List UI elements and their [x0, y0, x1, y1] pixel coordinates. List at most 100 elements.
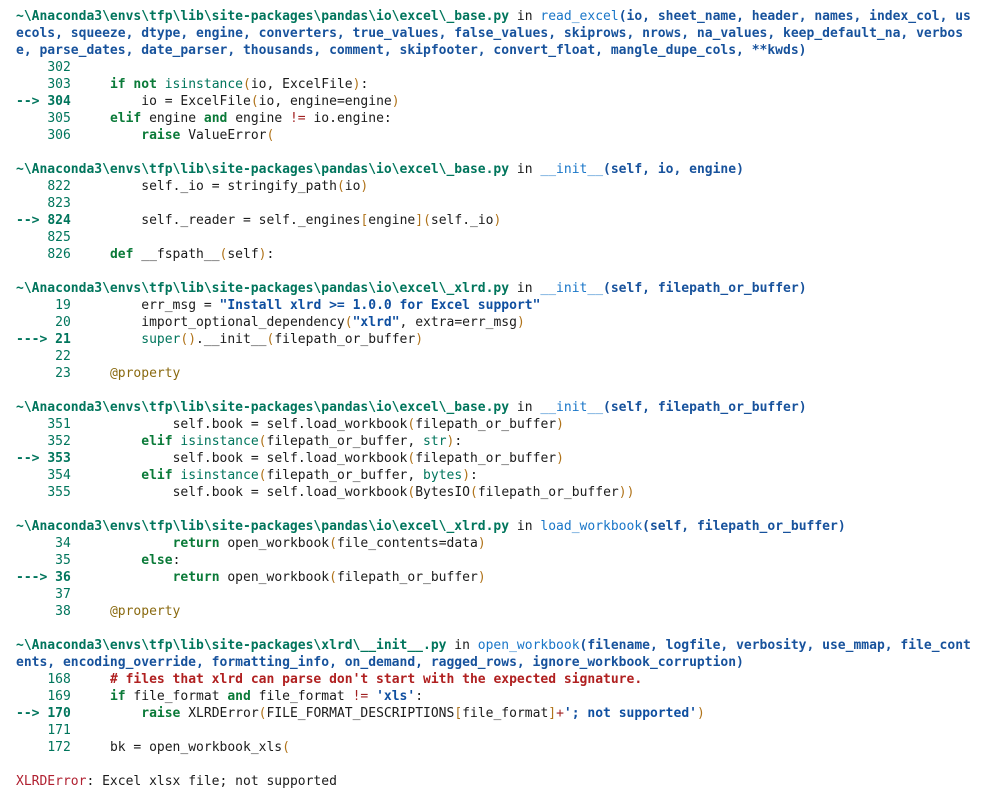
frame-header: ~\Anaconda3\envs\tfp\lib\site-packages\p…: [16, 518, 986, 535]
code-line: 20 import_optional_dependency("xlrd", ex…: [16, 314, 986, 331]
line-code: return open_workbook(filepath_or_buffer): [172, 570, 486, 585]
line-gutter: [16, 179, 47, 194]
code-line: 354 elif isinstance(filepath_or_buffer, …: [16, 467, 986, 484]
code-line: 355 self.book = self.load_workbook(Bytes…: [16, 484, 986, 501]
current-line-arrow: --->: [16, 570, 56, 585]
line-code: import_optional_dependency("xlrd", extra…: [141, 315, 525, 330]
line-gutter: [16, 740, 47, 755]
traceback-output: ~\Anaconda3\envs\tfp\lib\site-packages\p…: [0, 0, 986, 801]
line-code: elif engine and engine != io.engine:: [109, 111, 392, 126]
code-line: 351 self.book = self.load_workbook(filep…: [16, 416, 986, 433]
frame-in-word: in: [516, 281, 533, 296]
line-code: @property: [109, 604, 181, 619]
line-code: if not isinstance(io, ExcelFile):: [109, 77, 369, 92]
frame-header: ~\Anaconda3\envs\tfp\lib\site-packages\p…: [16, 399, 986, 416]
line-number: 822: [47, 179, 71, 194]
code-line: --> 824 self._reader = self._engines[eng…: [16, 212, 986, 229]
frame-in-word: in: [516, 162, 533, 177]
code-line: 37: [16, 586, 986, 603]
frame-path: ~\Anaconda3\envs\tfp\lib\site-packages\x…: [16, 638, 447, 653]
line-number: 305: [47, 111, 71, 126]
line-number: 303: [47, 77, 71, 92]
frame-header: ~\Anaconda3\envs\tfp\lib\site-packages\p…: [16, 280, 986, 297]
frame-path: ~\Anaconda3\envs\tfp\lib\site-packages\p…: [16, 9, 510, 24]
code-line: 38 @property: [16, 603, 986, 620]
code-line: 352 elif isinstance(filepath_or_buffer, …: [16, 433, 986, 450]
code-line: 305 elif engine and engine != io.engine:: [16, 110, 986, 127]
frame-args: (self, io, engine): [603, 162, 744, 177]
frame-path: ~\Anaconda3\envs\tfp\lib\site-packages\p…: [16, 281, 510, 296]
line-number: 168: [47, 672, 71, 687]
code-line: --> 353 self.book = self.load_workbook(f…: [16, 450, 986, 467]
line-number: 825: [47, 230, 71, 245]
code-line: 169 if file_format and file_format != 'x…: [16, 688, 986, 705]
line-code: def __fspath__(self):: [109, 247, 275, 262]
line-code: self.book = self.load_workbook(filepath_…: [172, 451, 564, 466]
line-gutter: [16, 315, 47, 330]
line-number: 826: [47, 247, 71, 262]
line-gutter: [16, 553, 47, 568]
line-number: 20: [47, 315, 71, 330]
line-code: self._reader = self._engines[engine](sel…: [141, 213, 502, 228]
code-line: 302: [16, 59, 986, 76]
line-gutter: [16, 366, 47, 381]
line-gutter: [16, 723, 47, 738]
line-number: 823: [47, 196, 71, 211]
code-line: 23 @property: [16, 365, 986, 382]
code-line: --> 170 raise XLRDError(FILE_FORMAT_DESC…: [16, 705, 986, 722]
line-gutter: [16, 298, 47, 313]
line-code: err_msg = "Install xlrd >= 1.0.0 for Exc…: [141, 298, 541, 313]
line-gutter: [16, 247, 47, 262]
current-line-arrow: --->: [16, 332, 56, 347]
frame-args: (self, filepath_or_buffer): [603, 281, 807, 296]
line-number: 38: [47, 604, 71, 619]
line-code: self.book = self.load_workbook(filepath_…: [172, 417, 564, 432]
code-line: ---> 36 return open_workbook(filepath_or…: [16, 569, 986, 586]
line-code: elif isinstance(filepath_or_buffer, byte…: [141, 468, 478, 483]
line-number: 352: [47, 434, 71, 449]
error-line: XLRDError: Excel xlsx file; not supporte…: [16, 773, 986, 790]
code-line: 19 err_msg = "Install xlrd >= 1.0.0 for …: [16, 297, 986, 314]
line-code: # files that xlrd can parse don't start …: [109, 672, 643, 687]
line-number: 355: [47, 485, 71, 500]
code-line: 823: [16, 195, 986, 212]
frame-function: __init__: [540, 281, 604, 296]
line-number: 22: [47, 349, 71, 364]
line-gutter: [16, 485, 47, 500]
line-code: self._io = stringify_path(io): [141, 179, 369, 194]
line-code: raise XLRDError(FILE_FORMAT_DESCRIPTIONS…: [141, 706, 705, 721]
code-line: --> 304 io = ExcelFile(io, engine=engine…: [16, 93, 986, 110]
line-number: 34: [47, 536, 71, 551]
frame-function: read_excel: [540, 9, 619, 24]
current-line-arrow: -->: [16, 451, 48, 466]
line-code: else:: [141, 553, 181, 568]
line-number: 304: [47, 94, 71, 109]
line-gutter: [16, 536, 47, 551]
code-line: 825: [16, 229, 986, 246]
line-code: @property: [109, 366, 181, 381]
error-message: : Excel xlsx file; not supported: [86, 774, 337, 789]
error-name: XLRDError: [16, 774, 87, 789]
line-gutter: [16, 230, 47, 245]
line-gutter: [16, 417, 47, 432]
line-number: 354: [47, 468, 71, 483]
line-gutter: [16, 468, 47, 483]
code-line: 35 else:: [16, 552, 986, 569]
frame-in-word: in: [516, 519, 533, 534]
line-code: if file_format and file_format != 'xls':: [109, 689, 424, 704]
frame-path: ~\Anaconda3\envs\tfp\lib\site-packages\p…: [16, 519, 510, 534]
line-gutter: [16, 111, 47, 126]
code-line: 22: [16, 348, 986, 365]
frame-header: ~\Anaconda3\envs\tfp\lib\site-packages\p…: [16, 8, 986, 59]
line-gutter: [16, 434, 47, 449]
frame-function: __init__: [540, 400, 604, 415]
line-code: raise ValueError(: [141, 128, 275, 143]
line-code: return open_workbook(file_contents=data): [172, 536, 486, 551]
frame-header: ~\Anaconda3\envs\tfp\lib\site-packages\x…: [16, 637, 986, 671]
line-number: 35: [47, 553, 71, 568]
line-gutter: [16, 672, 47, 687]
